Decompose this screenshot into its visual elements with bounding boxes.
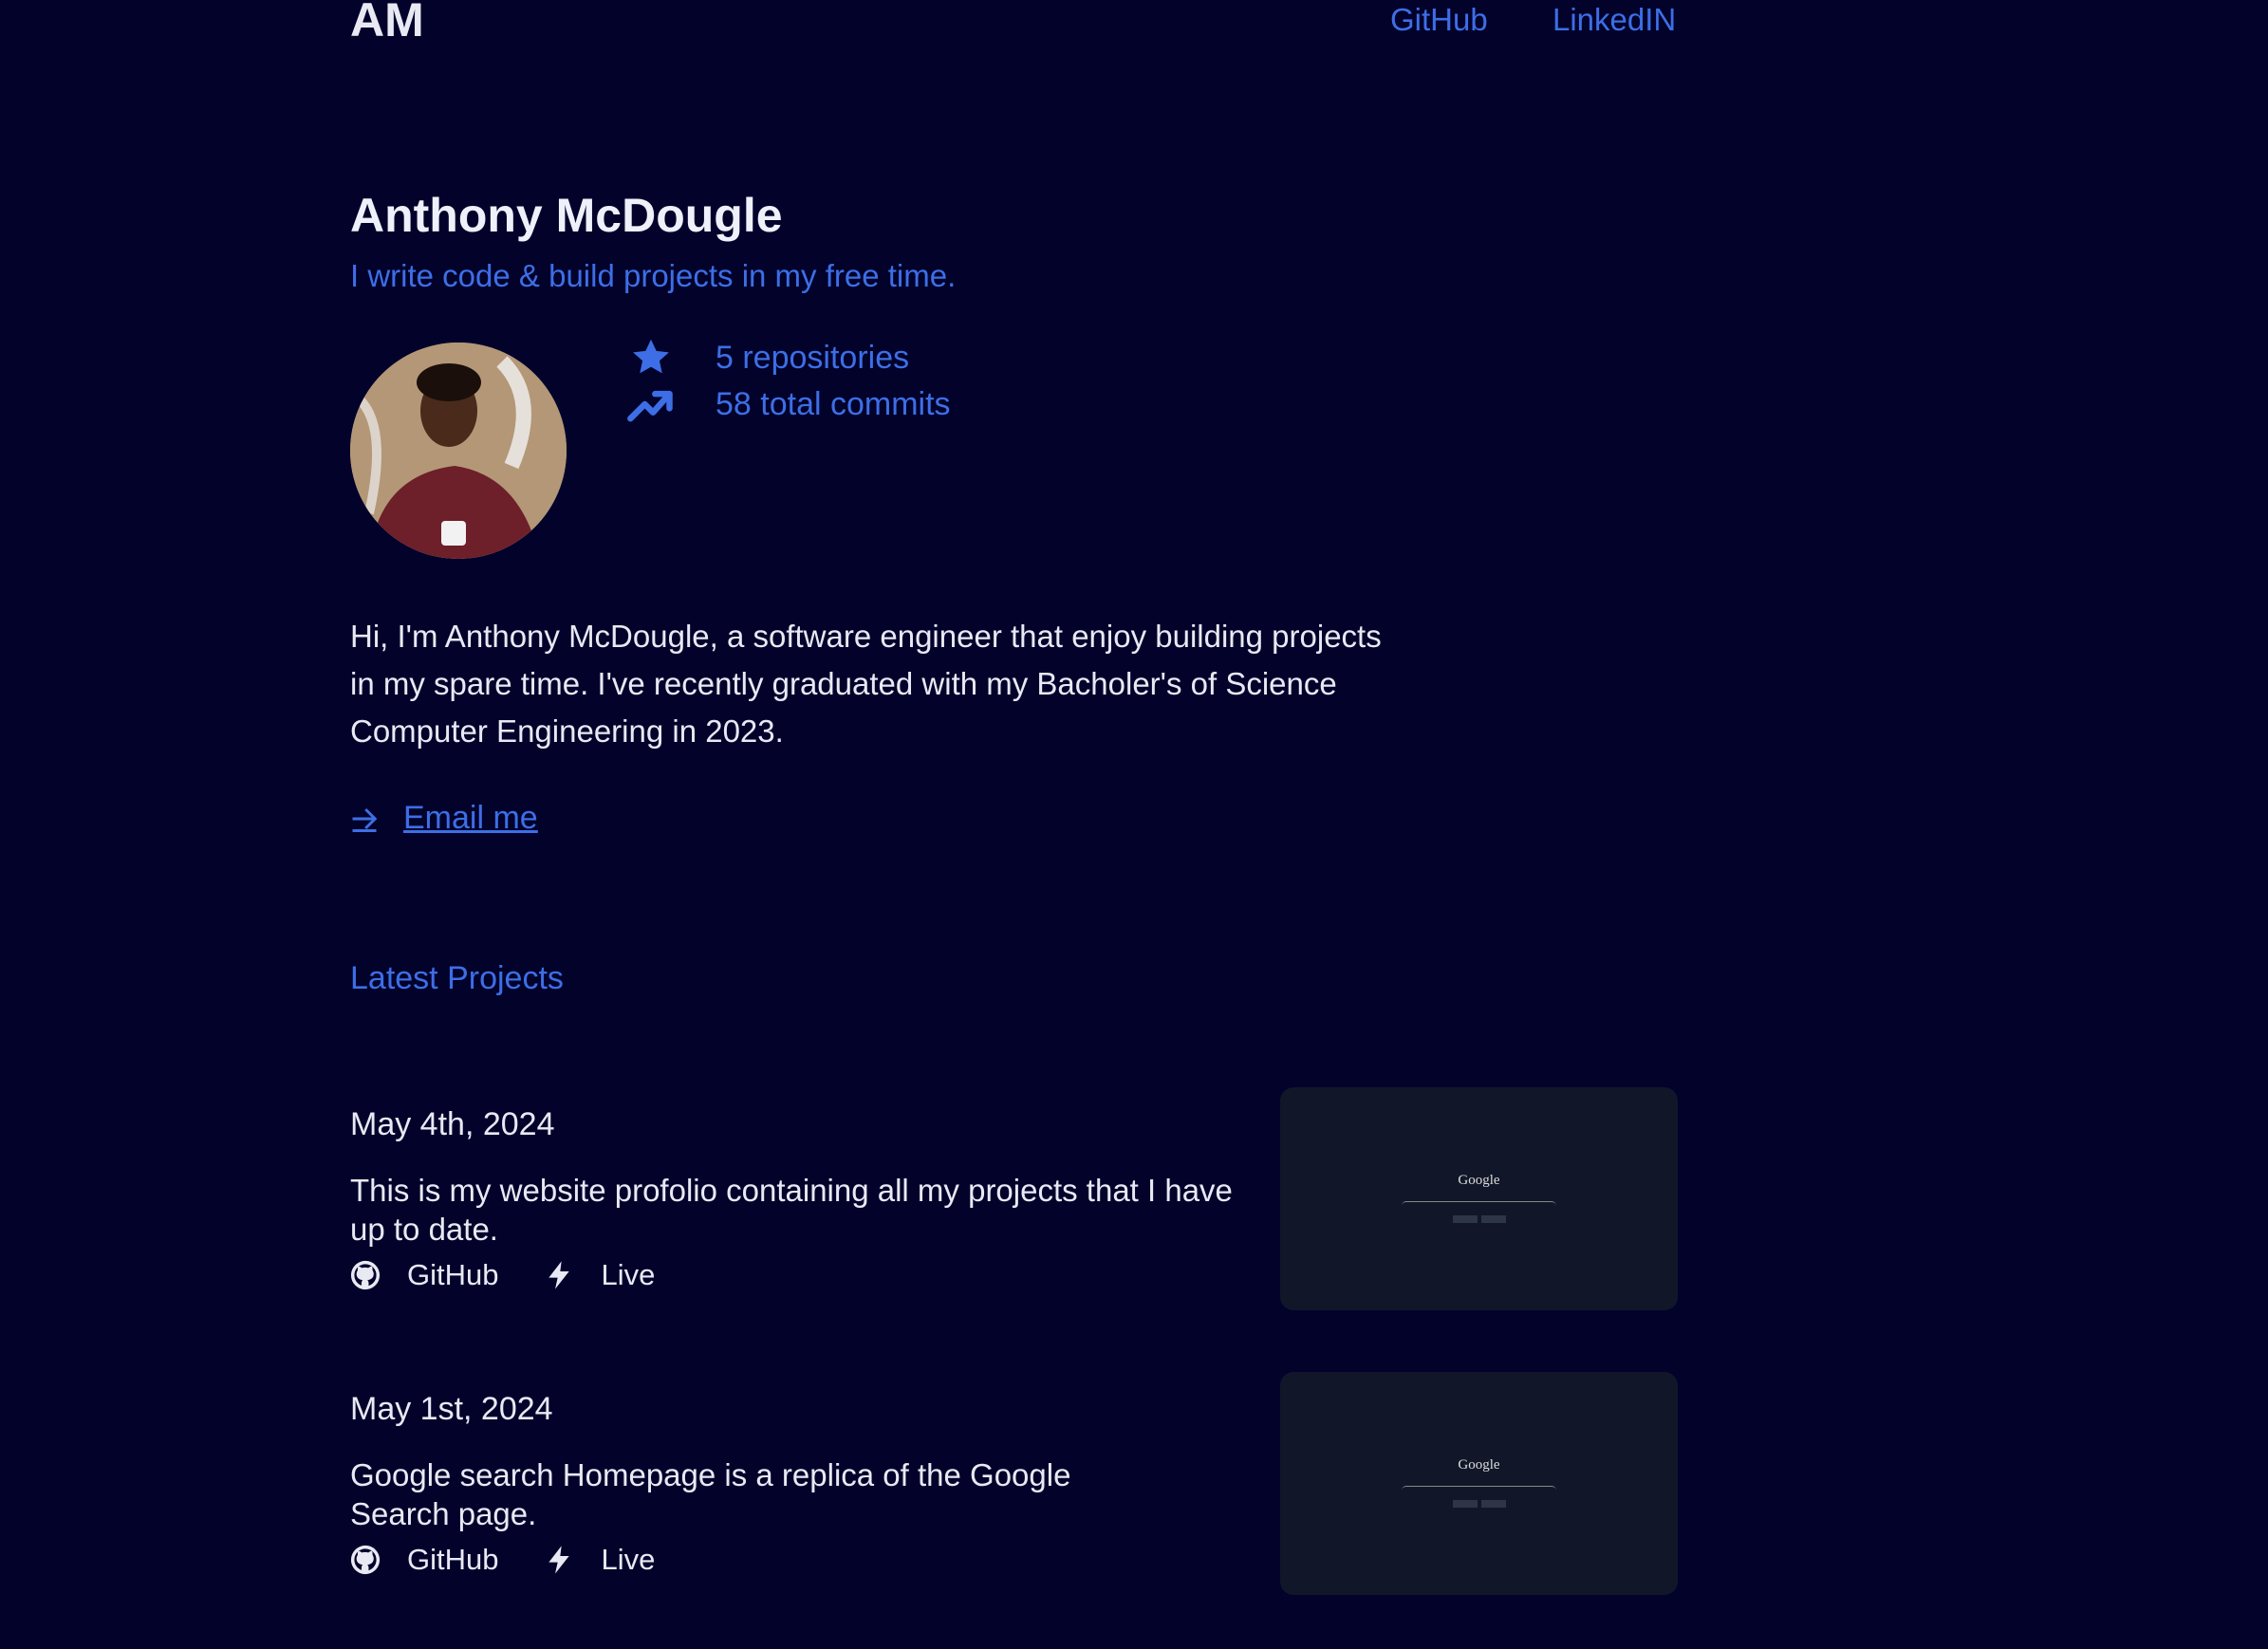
thumb-searchbar — [1402, 1201, 1556, 1211]
nav-github-link[interactable]: GitHub — [1390, 2, 1488, 38]
project-live-link[interactable]: Live — [601, 1543, 655, 1577]
github-icon — [350, 1260, 381, 1290]
project-screenshot[interactable]: Google — [1280, 1087, 1678, 1310]
repositories-stat: 5 repositories — [626, 337, 909, 379]
projects-heading: Latest Projects — [350, 960, 564, 996]
project-card: May 4th, 2024 This is my website profoli… — [350, 1087, 1678, 1334]
commits-count: 58 total commits — [716, 385, 951, 422]
bolt-icon — [548, 1261, 570, 1289]
thumb-buttons — [1280, 1500, 1678, 1508]
project-github-link[interactable]: GitHub — [407, 1258, 498, 1292]
bio-text: Hi, I'm Anthony McDougle, a software eng… — [350, 619, 1382, 749]
nav-linkedin-link[interactable]: LinkedIN — [1552, 2, 1676, 38]
email-label: Email me — [403, 800, 538, 836]
project-github-link[interactable]: GitHub — [407, 1543, 498, 1577]
star-icon — [633, 339, 669, 374]
trending-up-icon — [627, 390, 673, 422]
project-screenshot[interactable]: Google — [1280, 1372, 1678, 1595]
page-title: Anthony McDougle — [350, 189, 783, 242]
project-description: Google search Homepage is a replica of t… — [350, 1457, 1071, 1531]
email-link[interactable]: Email me — [350, 800, 538, 837]
bolt-icon — [548, 1546, 570, 1574]
site-logo[interactable]: AM — [350, 0, 424, 47]
avatar — [350, 343, 567, 559]
repositories-count: 5 repositories — [716, 339, 910, 376]
thumb-logo: Google — [1458, 1173, 1500, 1188]
commits-stat: 58 total commits — [626, 383, 951, 425]
project-date: May 4th, 2024 — [350, 1106, 555, 1142]
thumb-searchbar — [1402, 1486, 1556, 1495]
github-icon — [350, 1545, 381, 1575]
project-description: This is my website profolio containing a… — [350, 1173, 1233, 1247]
project-date: May 1st, 2024 — [350, 1391, 553, 1427]
arrow-right-icon — [352, 807, 378, 832]
project-card: May 1st, 2024 Google search Homepage is … — [350, 1372, 1678, 1619]
project-live-link[interactable]: Live — [601, 1258, 655, 1292]
thumb-logo: Google — [1458, 1457, 1500, 1473]
tagline: I write code & build projects in my free… — [350, 258, 957, 293]
thumb-buttons — [1280, 1215, 1678, 1223]
